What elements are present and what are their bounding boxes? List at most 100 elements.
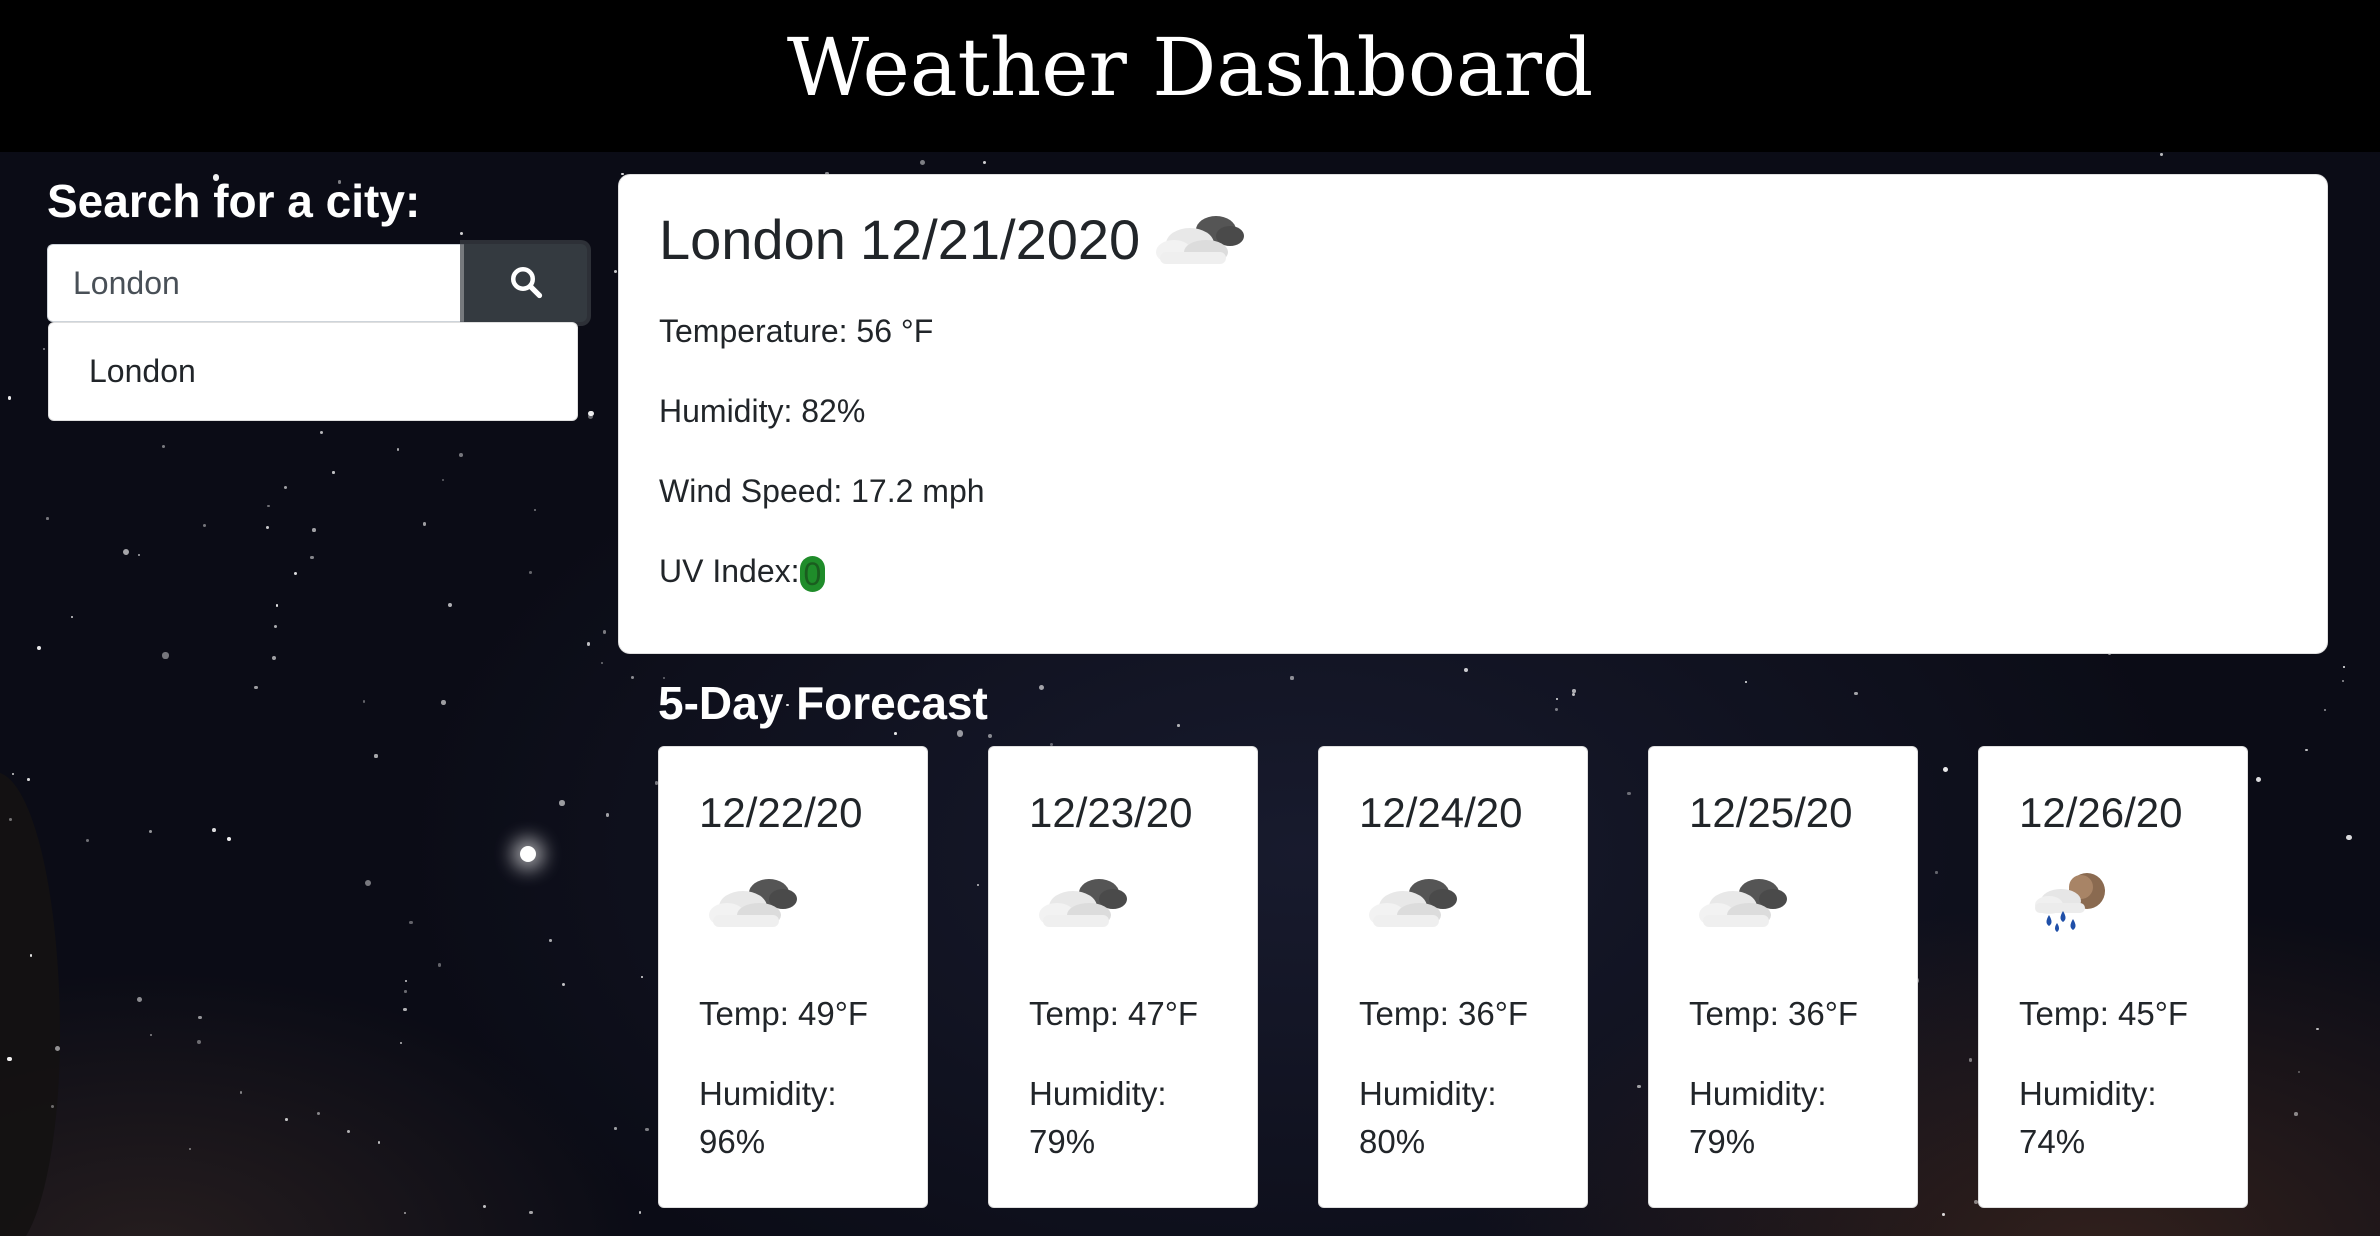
- star: [600, 661, 604, 664]
- star: [893, 732, 897, 736]
- star: [43, 348, 46, 351]
- star: [202, 524, 207, 528]
- star: [136, 996, 142, 1002]
- search-button[interactable]: [464, 244, 587, 322]
- partly-cloudy-icon: [707, 867, 803, 947]
- star: [8, 396, 12, 400]
- star: [561, 983, 565, 987]
- star: [448, 602, 453, 607]
- star: [1941, 1212, 1945, 1216]
- star: [284, 485, 288, 490]
- current-temperature: Temperature: 56 °F: [659, 313, 934, 349]
- rain-icon: [2027, 867, 2123, 947]
- forecast-humidity-value: 74%: [2019, 1123, 2086, 1160]
- current-city: London: [659, 207, 846, 271]
- star: [46, 517, 49, 520]
- star: [275, 604, 278, 607]
- star: [212, 827, 216, 832]
- star: [2297, 1070, 2300, 1073]
- star: [332, 471, 335, 474]
- star: [265, 525, 269, 529]
- star: [404, 990, 407, 993]
- star: [122, 548, 129, 555]
- star: [1554, 708, 1558, 712]
- star: [271, 656, 276, 661]
- star: [614, 1127, 617, 1130]
- star: [605, 813, 610, 817]
- search-history-list: London: [48, 322, 578, 421]
- star: [50, 1104, 54, 1109]
- partly-cloudy-icon: [1697, 867, 1793, 947]
- star: [161, 444, 165, 449]
- forecast-temp: Temp: 49°F: [699, 995, 869, 1032]
- search-history-item[interactable]: London: [89, 353, 196, 390]
- star: [1854, 691, 1858, 696]
- bright-star: [520, 846, 536, 862]
- forecast-date: 12/22/20: [699, 789, 863, 836]
- star: [2316, 1027, 2320, 1031]
- star: [346, 1130, 351, 1134]
- current-weather-card: London 12/21/2020 Temperature: 56 °F Hum…: [618, 174, 2328, 654]
- star: [920, 159, 926, 166]
- star: [2294, 1112, 2299, 1116]
- star: [2342, 665, 2346, 669]
- current-date: 12/21/2020: [859, 207, 1141, 271]
- forecast-date: 12/26/20: [2019, 789, 2183, 836]
- star: [403, 1007, 407, 1012]
- forecast-humidity-value: 79%: [1689, 1123, 1756, 1160]
- current-weather-title: London 12/21/2020: [659, 199, 2287, 279]
- star: [631, 676, 635, 680]
- star: [2323, 708, 2327, 711]
- star: [559, 800, 565, 806]
- star: [85, 838, 90, 843]
- star: [1177, 724, 1180, 727]
- city-search-input[interactable]: [47, 244, 464, 322]
- star: [529, 571, 532, 575]
- star: [549, 939, 552, 943]
- star: [374, 754, 378, 758]
- star: [12, 772, 15, 775]
- star: [956, 730, 964, 737]
- star: [1463, 667, 1468, 672]
- forecast-humidity-label: Humidity:: [1359, 1075, 1497, 1112]
- forecast-date: 12/25/20: [1689, 789, 1853, 836]
- star: [1745, 680, 1748, 684]
- star: [1290, 676, 1294, 680]
- search-group: [47, 244, 587, 322]
- star: [587, 410, 594, 417]
- star: [2341, 679, 2345, 682]
- forecast-humidity-value: 96%: [699, 1123, 766, 1160]
- forecast-humidity-label: Humidity:: [2019, 1075, 2157, 1112]
- forecast-humidity-label: Humidity:: [1689, 1075, 1827, 1112]
- star: [8, 818, 12, 821]
- forecast-row: 12/22/20 Temp: 49°F Humidity: 96% 12/23/…: [658, 746, 2258, 1208]
- star: [533, 508, 537, 512]
- star: [227, 836, 232, 841]
- uv-index-label: UV Index:: [659, 553, 800, 589]
- current-humidity: Humidity: 82%: [659, 393, 866, 429]
- star: [239, 1091, 243, 1094]
- star: [987, 734, 992, 739]
- star: [312, 528, 317, 532]
- star: [2346, 834, 2352, 841]
- star: [198, 1015, 203, 1020]
- star: [319, 430, 323, 435]
- search-heading: Search for a city:: [47, 175, 421, 227]
- star: [1571, 692, 1575, 696]
- star: [529, 1210, 533, 1215]
- forecast-card: 12/26/20 Temp: 45°F Humidity: 74%: [1978, 746, 2248, 1208]
- star: [459, 231, 464, 236]
- star: [437, 963, 442, 967]
- star: [27, 778, 31, 782]
- forecast-date: 12/23/20: [1029, 789, 1193, 836]
- star: [267, 504, 270, 508]
- star: [37, 646, 41, 651]
- page-title: Weather Dashboard: [786, 20, 1594, 114]
- star: [196, 1039, 201, 1044]
- forecast-temp: Temp: 47°F: [1029, 995, 1199, 1032]
- forecast-humidity-label: Humidity:: [1029, 1075, 1167, 1112]
- star: [285, 1118, 288, 1122]
- star: [2160, 153, 2163, 156]
- star: [362, 700, 366, 703]
- current-wind-speed: Wind Speed: 17.2 mph: [659, 473, 985, 509]
